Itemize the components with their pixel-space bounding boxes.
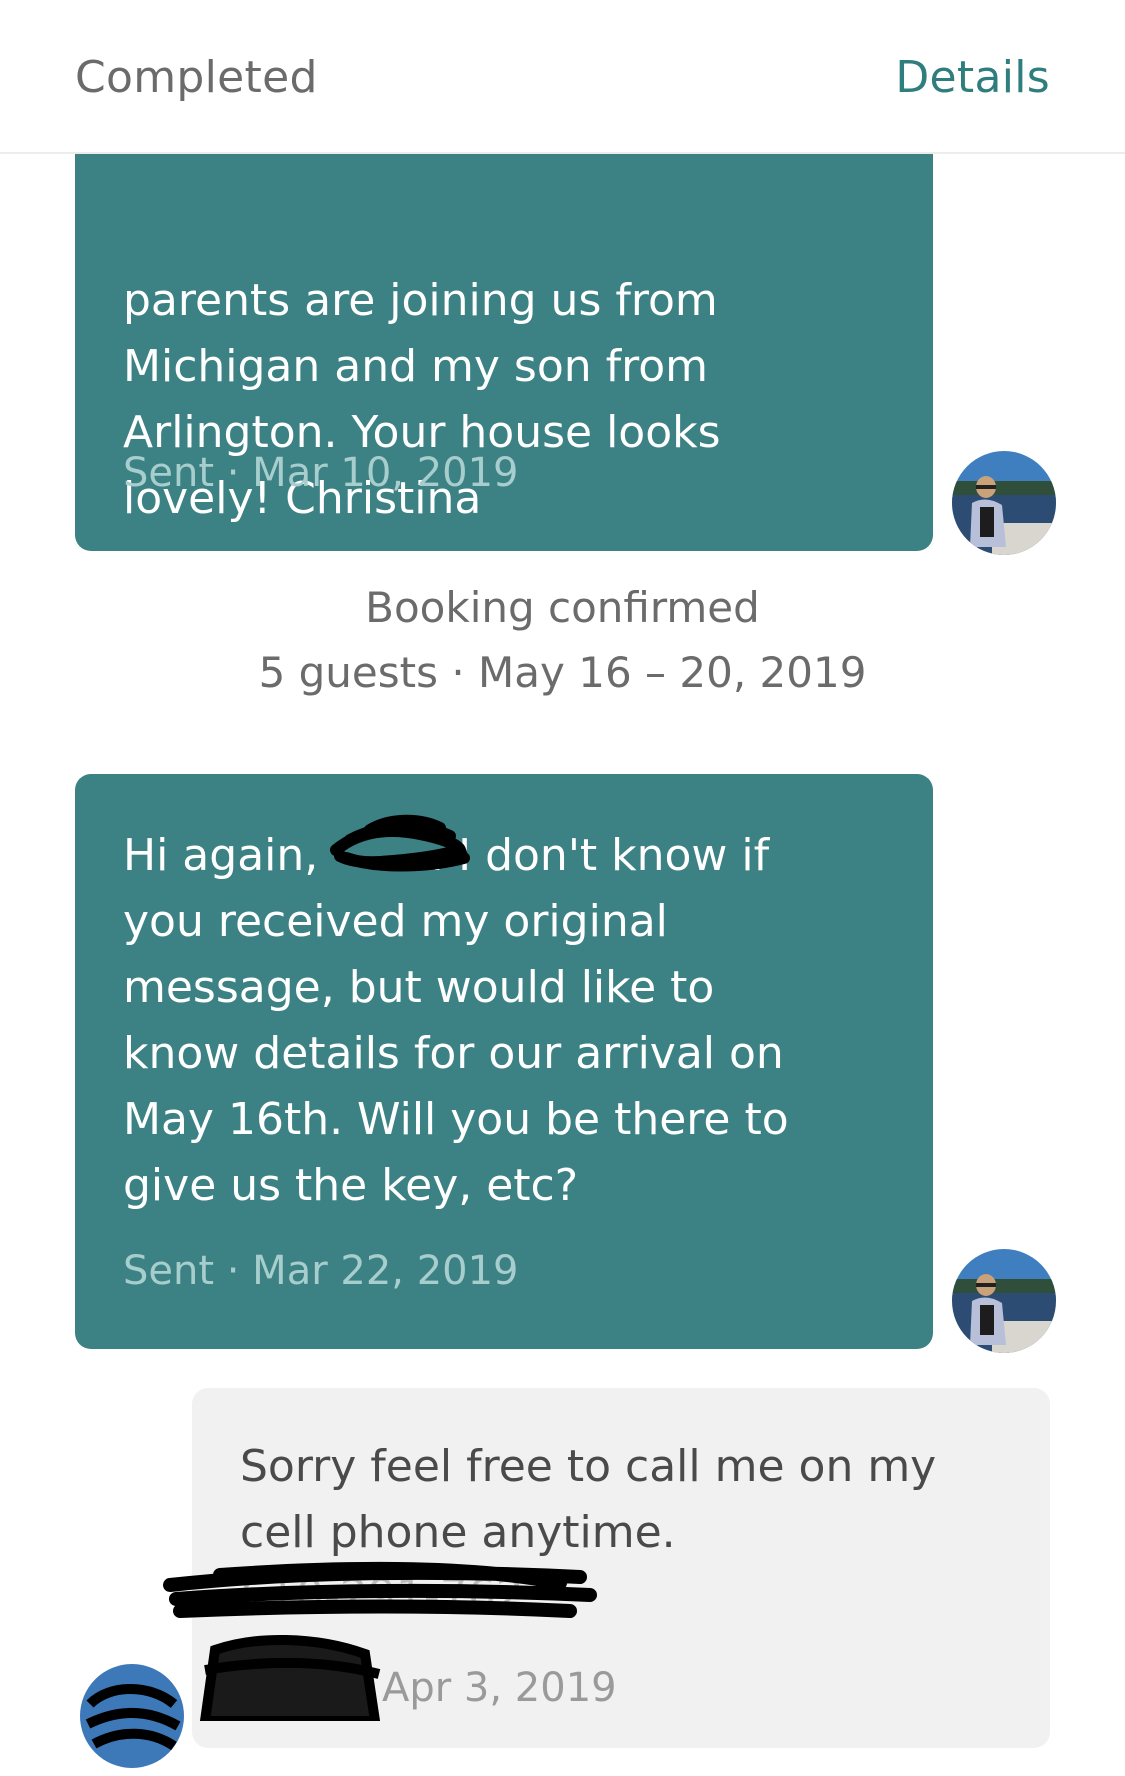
redaction-scribble — [163, 1561, 597, 1618]
avatar-photo-icon — [952, 451, 1056, 555]
message-sent-date: Sent · Mar 22, 2019 — [123, 1248, 519, 1294]
sender-avatar[interactable] — [944, 1241, 1064, 1361]
sender-avatar[interactable] — [944, 443, 1064, 563]
details-link[interactable]: Details — [895, 52, 1050, 103]
conversation-header: Completed Details — [0, 0, 1125, 154]
booking-confirmed-title: Booking confirmed — [365, 583, 760, 632]
message-sent-date: Sent · Mar 10, 2019 — [123, 450, 519, 496]
outgoing-message-bubble: Hi again, . I don't know if you received… — [75, 774, 933, 1349]
message-text: Hi again, . I don't know if you received… — [123, 830, 789, 1211]
host-avatar[interactable] — [72, 1656, 192, 1776]
redaction-scribble — [199, 1634, 381, 1721]
booking-summary: 5 guests · May 16 – 20, 2019 — [258, 648, 867, 697]
avatar-photo-icon — [80, 1664, 184, 1768]
message-date: Apr 3, 2019 — [382, 1665, 617, 1711]
outgoing-message-bubble: parents are joining us from Michigan and… — [75, 110, 933, 551]
avatar-photo-icon — [952, 1249, 1056, 1353]
trip-status-label: Completed — [75, 52, 318, 103]
redaction-scribble — [330, 814, 470, 872]
message-text: Sorry feel free to call me on my cell ph… — [240, 1441, 937, 1558]
